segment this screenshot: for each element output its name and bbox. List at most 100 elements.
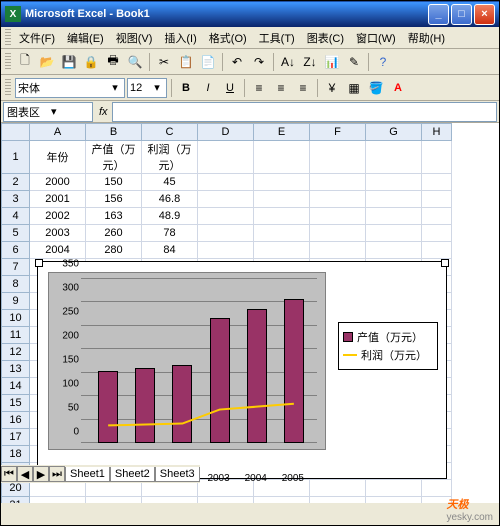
bold-button[interactable]: B: [176, 78, 196, 98]
grip-icon[interactable]: [5, 79, 11, 97]
sheet-tab[interactable]: Sheet3: [155, 467, 200, 482]
row-header[interactable]: 8: [2, 276, 30, 293]
permission-button[interactable]: 🔒: [81, 52, 101, 72]
fill-color-button[interactable]: 🪣: [366, 78, 386, 98]
name-box[interactable]: 图表区▾: [3, 102, 93, 122]
row-header[interactable]: 12: [2, 344, 30, 361]
cut-button[interactable]: ✂: [154, 52, 174, 72]
select-all[interactable]: [2, 124, 30, 141]
cell[interactable]: 年份: [30, 141, 86, 174]
currency-button[interactable]: ¥: [322, 78, 342, 98]
cell[interactable]: 150: [86, 174, 142, 191]
new-button[interactable]: 🗋: [15, 52, 35, 72]
underline-button[interactable]: U: [220, 78, 240, 98]
cell[interactable]: [422, 141, 452, 174]
cell[interactable]: 利润（万元）: [142, 141, 198, 174]
row-header[interactable]: 18: [2, 446, 30, 463]
cell[interactable]: [310, 141, 366, 174]
col-header[interactable]: E: [254, 124, 310, 141]
cell[interactable]: 45: [142, 174, 198, 191]
row-header[interactable]: 15: [2, 395, 30, 412]
tab-nav-prev[interactable]: ◀: [17, 466, 33, 482]
cell[interactable]: 78: [142, 225, 198, 242]
font-color-button[interactable]: A: [388, 78, 408, 98]
col-header[interactable]: D: [198, 124, 254, 141]
row-header[interactable]: 2: [2, 174, 30, 191]
grip-icon[interactable]: [5, 53, 11, 71]
cell[interactable]: 46.8: [142, 191, 198, 208]
embedded-chart[interactable]: 050100150200250300350 200020012002200320…: [37, 261, 447, 479]
chevron-down-icon[interactable]: ▾: [108, 81, 122, 94]
menu-insert[interactable]: 插入(I): [158, 28, 202, 48]
menu-file[interactable]: 文件(F): [13, 28, 61, 48]
cell[interactable]: [198, 141, 254, 174]
paste-button[interactable]: 📄: [198, 52, 218, 72]
chart-line[interactable]: [108, 404, 294, 426]
minimize-button[interactable]: _: [428, 4, 449, 25]
row-header[interactable]: 13: [2, 361, 30, 378]
row-header[interactable]: 4: [2, 208, 30, 225]
col-header[interactable]: H: [422, 124, 452, 141]
align-left-button[interactable]: ≡: [249, 78, 269, 98]
sheet-tab[interactable]: Sheet1: [65, 467, 110, 482]
sheet-tab[interactable]: Sheet2: [110, 467, 155, 482]
menu-chart[interactable]: 图表(C): [301, 28, 350, 48]
chart-wizard-button[interactable]: 📊: [322, 52, 342, 72]
row-header[interactable]: 17: [2, 429, 30, 446]
cell[interactable]: [366, 141, 422, 174]
cell[interactable]: 48.9: [142, 208, 198, 225]
tab-nav-last[interactable]: ⏭: [49, 466, 65, 482]
align-center-button[interactable]: ≡: [271, 78, 291, 98]
menu-help[interactable]: 帮助(H): [402, 28, 451, 48]
redo-button[interactable]: ↷: [249, 52, 269, 72]
row-header[interactable]: 1: [2, 141, 30, 174]
cell[interactable]: 2003: [30, 225, 86, 242]
col-header[interactable]: G: [366, 124, 422, 141]
col-header[interactable]: A: [30, 124, 86, 141]
close-button[interactable]: ×: [474, 4, 495, 25]
row-header[interactable]: 21: [2, 497, 30, 504]
row-header[interactable]: 11: [2, 327, 30, 344]
menu-view[interactable]: 视图(V): [110, 28, 159, 48]
menu-format[interactable]: 格式(O): [203, 28, 253, 48]
worksheet-area[interactable]: A B C D E F G H 1年份产值（万元）利润（万元） 22000150…: [1, 123, 499, 503]
chevron-down-icon[interactable]: ▾: [150, 81, 164, 94]
open-button[interactable]: 📂: [37, 52, 57, 72]
copy-button[interactable]: 📋: [176, 52, 196, 72]
font-name-combo[interactable]: 宋体▾: [15, 78, 125, 98]
cell[interactable]: 2000: [30, 174, 86, 191]
row-header[interactable]: 5: [2, 225, 30, 242]
cell[interactable]: 163: [86, 208, 142, 225]
tab-nav-next[interactable]: ▶: [33, 466, 49, 482]
menu-window[interactable]: 窗口(W): [350, 28, 402, 48]
cell[interactable]: 156: [86, 191, 142, 208]
row-header[interactable]: 10: [2, 310, 30, 327]
borders-button[interactable]: ▦: [344, 78, 364, 98]
cell[interactable]: 280: [86, 242, 142, 259]
font-size-combo[interactable]: 12▾: [127, 78, 167, 98]
row-header[interactable]: 9: [2, 293, 30, 310]
help-button[interactable]: ?: [373, 52, 393, 72]
cell[interactable]: [254, 141, 310, 174]
cell[interactable]: 84: [142, 242, 198, 259]
menu-edit[interactable]: 编辑(E): [61, 28, 110, 48]
cell[interactable]: 260: [86, 225, 142, 242]
col-header[interactable]: F: [310, 124, 366, 141]
cell[interactable]: 产值（万元）: [86, 141, 142, 174]
row-header[interactable]: 14: [2, 378, 30, 395]
row-header[interactable]: 3: [2, 191, 30, 208]
row-header[interactable]: 16: [2, 412, 30, 429]
preview-button[interactable]: 🔍: [125, 52, 145, 72]
drawing-button[interactable]: ✎: [344, 52, 364, 72]
row-header[interactable]: 6: [2, 242, 30, 259]
menu-tools[interactable]: 工具(T): [253, 28, 301, 48]
col-header[interactable]: B: [86, 124, 142, 141]
formula-input[interactable]: [112, 102, 497, 122]
maximize-button[interactable]: □: [451, 4, 472, 25]
row-header[interactable]: 7: [2, 259, 30, 276]
print-button[interactable]: 🖶: [103, 52, 123, 72]
align-right-button[interactable]: ≡: [293, 78, 313, 98]
save-button[interactable]: 💾: [59, 52, 79, 72]
sort-desc-button[interactable]: Z↓: [300, 52, 320, 72]
italic-button[interactable]: I: [198, 78, 218, 98]
